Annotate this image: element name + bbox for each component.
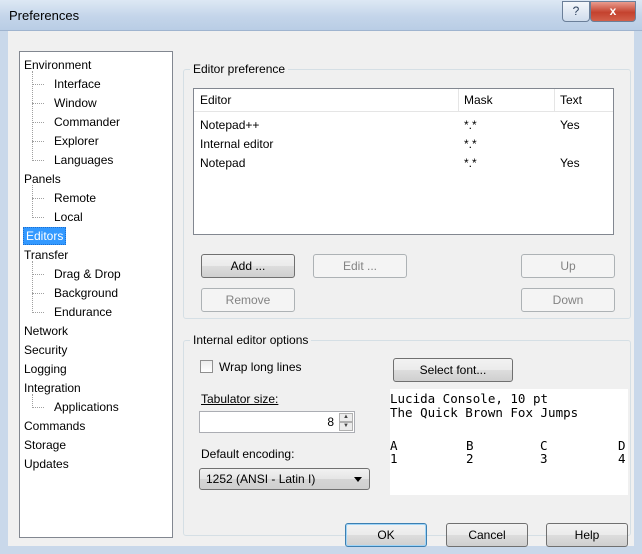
close-icon[interactable]: x <box>590 1 636 22</box>
tree-item-label: Applications <box>54 400 119 414</box>
tree-item-label: Storage <box>24 438 67 452</box>
tree-item-updates[interactable]: Updates <box>24 455 69 473</box>
text-cell: Yes <box>560 156 580 170</box>
wrap-long-lines-checkbox[interactable] <box>200 360 213 373</box>
editor-cell: Notepad++ <box>200 118 260 132</box>
tree-item-logging[interactable]: Logging <box>24 360 67 378</box>
tabulator-size-value: 8 <box>327 415 334 429</box>
tree-item-label: Languages <box>54 153 114 167</box>
select-font-button[interactable]: Select font... <box>393 358 513 382</box>
spin-buttons: ▲ ▼ <box>339 413 353 431</box>
tree-item-label: Local <box>54 210 83 224</box>
column-editor[interactable]: Editor <box>194 89 459 111</box>
preferences-tree[interactable]: Environment Interface Window Commander Explo… <box>19 51 173 538</box>
tree-branch-line <box>32 185 33 218</box>
tree-item-storage[interactable]: Storage <box>24 436 66 454</box>
tree-item-label: Explorer <box>54 134 99 148</box>
tree-item-network[interactable]: Network <box>24 322 68 340</box>
preview-num-3: 3 <box>540 451 548 466</box>
tabulator-size-label: Tabulator size: <box>201 392 279 406</box>
table-row[interactable]: Notepad++ *.* Yes <box>194 116 613 135</box>
tree-connector-line <box>32 293 44 294</box>
mask-cell: *.* <box>464 118 477 132</box>
edit-button[interactable]: Edit ... <box>313 254 407 278</box>
down-button[interactable]: Down <box>521 288 615 312</box>
tree-connector-line <box>32 160 44 161</box>
help-icon[interactable]: ? <box>562 1 590 22</box>
editor-list[interactable]: Editor Mask Text Notepad++ *.* Yes Inter… <box>193 88 614 235</box>
tree-item-label: Drag & Drop <box>54 267 121 281</box>
wrap-long-lines-label[interactable]: Wrap long lines <box>219 360 302 374</box>
editor-cell: Notepad <box>200 156 246 170</box>
tree-connector-line <box>32 141 44 142</box>
preview-num-2: 2 <box>466 451 474 466</box>
preview-num-1: 1 <box>390 451 398 466</box>
cancel-button[interactable]: Cancel <box>446 523 528 547</box>
tree-item-label: Interface <box>54 77 101 91</box>
tree-connector-line <box>32 198 44 199</box>
tree-item-transfer[interactable]: Transfer <box>24 246 68 264</box>
tree-item-panels[interactable]: Panels <box>24 170 61 188</box>
up-button[interactable]: Up <box>521 254 615 278</box>
tree-item-label: Integration <box>24 381 81 395</box>
tree-connector-line <box>32 274 44 275</box>
editor-preference-label: Editor preference <box>190 62 289 76</box>
internal-editor-label: Internal editor options <box>190 333 312 347</box>
tree-connector-line <box>32 84 44 85</box>
table-row[interactable]: Internal editor *.* <box>194 135 613 154</box>
spin-up-icon[interactable]: ▲ <box>339 413 353 422</box>
add-button[interactable]: Add ... <box>201 254 295 278</box>
preview-sample-line: The Quick Brown Fox Jumps <box>390 405 579 420</box>
tree-item-label: Remote <box>54 191 97 205</box>
default-encoding-value: 1252 (ANSI - Latin I) <box>206 472 316 486</box>
tree-item-integration[interactable]: Integration <box>24 379 81 397</box>
preview-num-4: 4 <box>618 451 626 466</box>
preview-font-line: Lucida Console, 10 pt <box>390 391 549 406</box>
tree-item-label: Panels <box>24 172 61 186</box>
tree-connector-line <box>32 217 44 218</box>
tree-connector-line <box>32 103 44 104</box>
tree-item-label: Transfer <box>24 248 69 262</box>
tree-item-label: Network <box>24 324 69 338</box>
column-text[interactable]: Text <box>554 89 612 111</box>
editor-cell: Internal editor <box>200 137 274 151</box>
tree-item-label: Endurance <box>54 305 113 319</box>
tree-item-editors[interactable]: Editors <box>23 227 67 245</box>
tree-item-label: Background <box>54 286 119 300</box>
mask-cell: *.* <box>464 137 477 151</box>
remove-button[interactable]: Remove <box>201 288 295 312</box>
tree-item-label: Updates <box>24 457 69 471</box>
tree-item-security[interactable]: Security <box>24 341 67 359</box>
tree-connector-line <box>32 407 44 408</box>
tree-item-label: Editors <box>26 229 64 243</box>
table-row[interactable]: Notepad *.* Yes <box>194 154 613 173</box>
tree-item-environment[interactable]: Environment <box>24 56 91 74</box>
title-bar: Preferences ? x <box>0 0 642 31</box>
default-encoding-label: Default encoding: <box>201 447 295 461</box>
text-cell: Yes <box>560 118 580 132</box>
column-mask[interactable]: Mask <box>458 89 555 111</box>
tree-item-label: Commander <box>54 115 121 129</box>
mask-cell: *.* <box>464 156 477 170</box>
tree-item-label: Logging <box>24 362 67 376</box>
chevron-down-icon <box>354 477 362 482</box>
font-preview: Lucida Console, 10 pt The Quick Brown Fo… <box>390 389 628 495</box>
tree-branch-line <box>32 261 33 313</box>
tree-item-label: Window <box>54 96 97 110</box>
tree-item-label: Security <box>24 343 68 357</box>
tree-item-commands[interactable]: Commands <box>24 417 85 435</box>
ok-button[interactable]: OK <box>345 523 427 547</box>
window-title: Preferences <box>9 8 80 23</box>
default-encoding-select[interactable]: 1252 (ANSI - Latin I) <box>199 468 370 490</box>
help-button[interactable]: Help <box>546 523 628 547</box>
tree-item-label: Environment <box>24 58 92 72</box>
editor-list-header: Editor Mask Text <box>194 89 613 112</box>
tabulator-size-stepper[interactable]: 8 ▲ ▼ <box>199 411 355 433</box>
tree-item-label: Commands <box>24 419 86 433</box>
tree-connector-line <box>32 122 44 123</box>
spin-down-icon[interactable]: ▼ <box>339 422 353 431</box>
tree-connector-line <box>32 312 44 313</box>
